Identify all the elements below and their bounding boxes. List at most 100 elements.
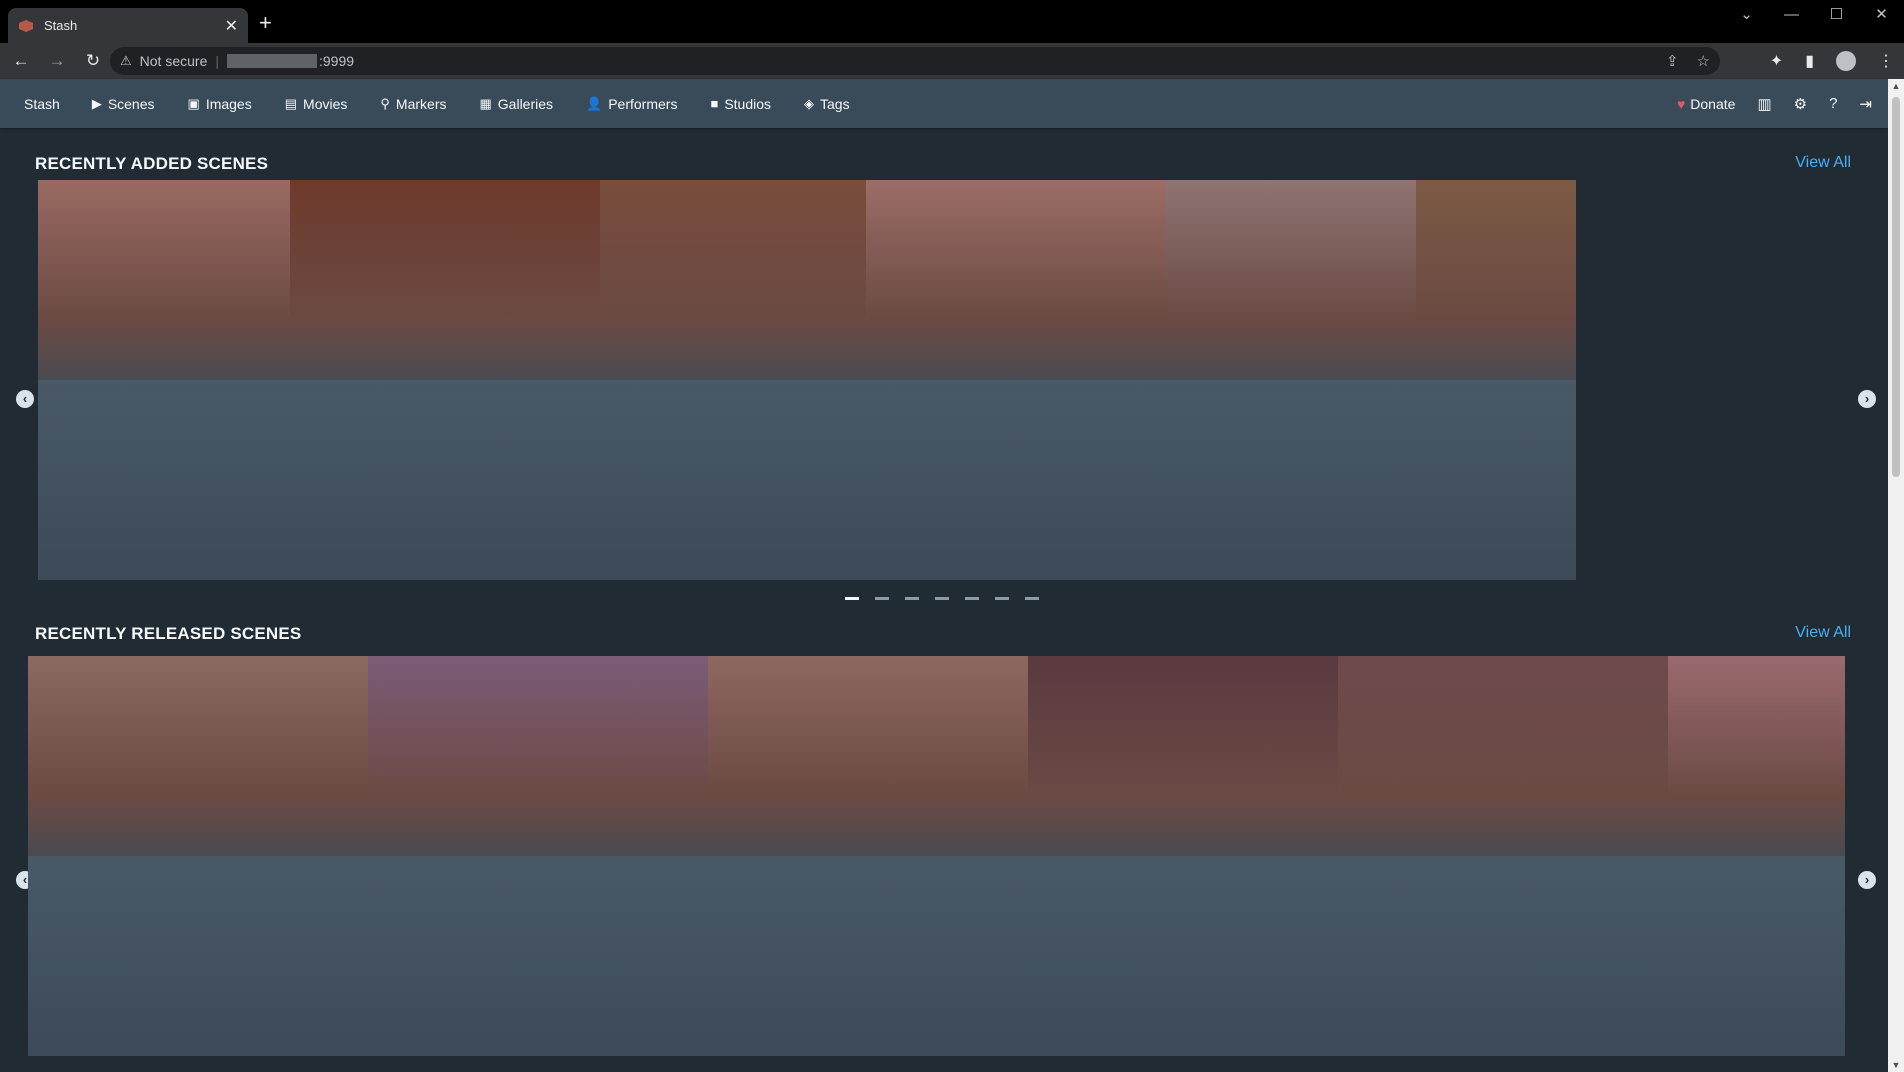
scene-thumbnail[interactable] — [290, 180, 600, 380]
scene-card-body — [708, 856, 1028, 1056]
scene-card[interactable] — [708, 656, 1028, 1056]
nav-item-performers[interactable]: 👤 Performers — [586, 96, 677, 112]
browser-tab[interactable]: Stash ✕ — [8, 8, 248, 43]
nav-item-studios[interactable]: ■ Studios — [710, 96, 771, 112]
minimize-icon[interactable]: — — [1769, 0, 1814, 30]
scene-card[interactable] — [38, 180, 290, 580]
window-controls: ⌄ — ☐ ✕ — [1724, 0, 1904, 30]
scene-card[interactable] — [1028, 656, 1338, 1056]
scene-card-body — [866, 380, 1166, 580]
main-content: RECENTLY ADDED SCENES View All ‹ › RECEN… — [0, 128, 1888, 1072]
nav-item-label: Movies — [303, 95, 348, 112]
images-icon: ▦ — [479, 95, 492, 111]
side-panel-icon[interactable]: ▮ — [1805, 51, 1814, 71]
scene-card[interactable] — [368, 656, 708, 1056]
heart-icon: ♥ — [1676, 95, 1686, 112]
redacted-host — [227, 54, 317, 68]
film-icon: ▤ — [284, 95, 298, 111]
share-icon[interactable]: ⇪ — [1666, 52, 1679, 70]
tag-icon: ◈ — [804, 95, 815, 111]
scene-thumbnail[interactable] — [368, 656, 708, 856]
nav-item-movies[interactable]: ▤ Movies — [285, 96, 348, 112]
stats-icon[interactable]: ▥ — [1757, 95, 1771, 113]
scene-card[interactable] — [1416, 180, 1576, 580]
nav-item-markers[interactable]: ⚲ Markers — [380, 96, 446, 112]
carousel-next-icon[interactable]: › — [1858, 390, 1876, 408]
settings-icon[interactable]: ⚙ — [1794, 95, 1807, 113]
scene-card-body — [1166, 380, 1416, 580]
section-title: RECENTLY RELEASED SCENES — [35, 624, 302, 643]
scene-carousel — [38, 180, 1856, 580]
address-bar[interactable]: ⚠ Not secure | :9999 ⇪ ☆ — [110, 47, 1720, 75]
scene-thumbnail[interactable] — [38, 180, 290, 380]
map-marker-icon: ⚲ — [380, 95, 390, 111]
new-tab-button[interactable]: + — [259, 12, 272, 34]
help-icon[interactable]: ? — [1829, 95, 1837, 112]
maximize-icon[interactable]: ☐ — [1814, 0, 1859, 30]
scene-card-body — [1338, 856, 1668, 1056]
scene-thumbnail[interactable] — [1028, 656, 1338, 856]
scene-thumbnail[interactable] — [1668, 656, 1845, 856]
bookmark-star-icon[interactable]: ☆ — [1697, 52, 1710, 70]
scene-card[interactable] — [600, 180, 866, 580]
scroll-down-icon[interactable]: ▼ — [1888, 1060, 1904, 1070]
main-navbar: Stash ▶ Scenes ▣ Images ▤ Movies ⚲ Marke… — [0, 79, 1888, 128]
nav-item-label: Scenes — [107, 95, 155, 112]
scene-thumbnail[interactable] — [708, 656, 1028, 856]
scene-card[interactable] — [1166, 180, 1416, 580]
nav-item-images[interactable]: ▣ Images — [188, 96, 252, 112]
scene-card-body — [1028, 856, 1338, 1056]
omnibox-actions: ⇪ ☆ — [1666, 47, 1710, 75]
donate-label: Donate — [1690, 95, 1736, 112]
extensions-icon[interactable]: ✦ — [1770, 51, 1783, 71]
scene-card[interactable] — [1338, 656, 1668, 1056]
profile-avatar[interactable] — [1836, 51, 1856, 71]
recently-added-section: RECENTLY ADDED SCENES View All ‹ › — [0, 128, 1888, 600]
nav-item-tags[interactable]: ◈ Tags — [804, 96, 850, 112]
back-icon[interactable]: ← — [6, 51, 36, 71]
brand-link[interactable]: Stash — [24, 96, 60, 112]
play-circle-icon: ▶ — [91, 95, 102, 111]
page-scrollbar[interactable]: ▲ ▼ — [1888, 79, 1904, 1072]
logout-icon[interactable]: ⇥ — [1859, 95, 1872, 113]
carousel-next-icon[interactable]: › — [1858, 871, 1876, 889]
address-separator: | — [215, 53, 219, 69]
nav-item-label: Images — [205, 95, 252, 112]
scene-thumbnail[interactable] — [1338, 656, 1668, 856]
nav-item-scenes[interactable]: ▶ Scenes — [92, 96, 155, 112]
scene-thumbnail[interactable] — [866, 180, 1166, 380]
nav-item-label: Markers — [395, 95, 447, 112]
not-secure-label: Not secure — [139, 53, 208, 69]
scene-thumbnail[interactable] — [600, 180, 866, 380]
scene-card-body — [368, 856, 708, 1056]
nav-item-label: Studios — [724, 95, 772, 112]
stash-favicon-icon — [19, 19, 33, 32]
scene-card[interactable] — [1668, 656, 1845, 1056]
scene-card-body — [28, 856, 368, 1056]
section-title: RECENTLY ADDED SCENES — [35, 154, 269, 173]
tab-close-icon[interactable]: ✕ — [225, 16, 238, 36]
scene-card[interactable] — [28, 656, 368, 1056]
donate-button[interactable]: ♥ Donate — [1677, 96, 1735, 112]
scene-thumbnail[interactable] — [1416, 180, 1576, 380]
view-all-link[interactable]: View All — [1795, 624, 1851, 642]
scene-thumbnail[interactable] — [28, 656, 368, 856]
view-all-link[interactable]: View All — [1795, 154, 1851, 172]
scene-card-body — [1668, 856, 1845, 1056]
nav-item-label: Galleries — [497, 95, 554, 112]
scene-card-body — [1416, 380, 1576, 580]
carousel-prev-icon[interactable]: ‹ — [16, 390, 34, 408]
browser-toolbar: ← → ↻ ⚠ Not secure | :9999 ⇪ ☆ ✦ ▮ ⋮ — [0, 43, 1904, 79]
scroll-up-icon[interactable]: ▲ — [1888, 81, 1904, 91]
scene-card[interactable] — [866, 180, 1166, 580]
reload-icon[interactable]: ↻ — [78, 51, 108, 71]
browser-menu-icon[interactable]: ⋮ — [1878, 51, 1894, 71]
scene-card[interactable] — [290, 180, 600, 580]
close-window-icon[interactable]: ✕ — [1859, 0, 1904, 30]
scrollbar-thumb[interactable] — [1892, 97, 1900, 477]
tab-search-icon[interactable]: ⌄ — [1724, 0, 1769, 30]
video-icon: ■ — [710, 96, 719, 111]
nav-item-galleries[interactable]: ▦ Galleries — [479, 96, 553, 112]
scene-thumbnail[interactable] — [1166, 180, 1416, 380]
forward-icon[interactable]: → — [42, 51, 72, 71]
